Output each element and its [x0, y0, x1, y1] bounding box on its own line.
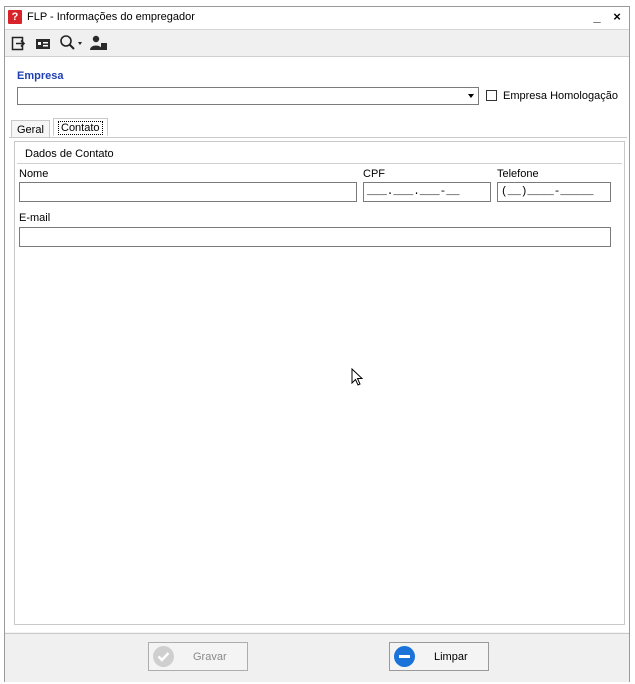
empresa-homologacao-label[interactable]: Empresa Homologação: [503, 90, 618, 102]
tab-geral-label: Geral: [17, 124, 44, 136]
empresa-homologacao-checkbox[interactable]: [486, 90, 497, 101]
footer-bar: Gravar Limpar: [5, 633, 629, 682]
gravar-label: Gravar: [193, 651, 227, 663]
cpf-label: CPF: [363, 168, 385, 180]
telefone-label: Telefone: [497, 168, 539, 180]
main-content: Empresa Empresa Homologação Geral Contat…: [5, 57, 629, 632]
exit-icon[interactable]: [11, 34, 27, 52]
tab-contato-label: Contato: [58, 121, 103, 135]
nome-field[interactable]: [19, 182, 357, 202]
section-divider: [17, 163, 622, 164]
tab-contato[interactable]: Contato: [53, 118, 108, 136]
empresa-label: Empresa: [17, 70, 64, 82]
window: ? FLP - Informações do empregador _ × Em…: [4, 6, 630, 682]
limpar-label: Limpar: [434, 651, 468, 663]
check-icon: [153, 646, 174, 667]
minimize-button[interactable]: _: [589, 9, 605, 25]
window-title: FLP - Informações do empregador: [27, 11, 195, 23]
email-label: E-mail: [19, 212, 51, 224]
tab-strip: Geral Contato: [9, 115, 627, 138]
section-title: Dados de Contato: [25, 148, 114, 160]
contato-panel: Dados de Contato Nome CPF ___.___.___-__…: [14, 141, 625, 625]
email-field[interactable]: [19, 227, 611, 247]
title-bar: ? FLP - Informações do empregador _ ×: [5, 7, 629, 30]
gravar-button[interactable]: Gravar: [148, 642, 248, 671]
nome-label: Nome: [19, 168, 49, 180]
chevron-down-icon[interactable]: [468, 94, 474, 98]
minus-circle-icon: [394, 646, 415, 667]
search-dropdown-icon[interactable]: [59, 34, 85, 52]
telefone-field[interactable]: (__)____-_____: [497, 182, 611, 202]
empresa-select[interactable]: [17, 87, 479, 105]
mouse-cursor-icon: [351, 368, 364, 386]
user-icon[interactable]: [89, 34, 109, 52]
cpf-field[interactable]: ___.___.___-__: [363, 182, 491, 202]
tab-geral[interactable]: Geral: [11, 120, 50, 137]
close-button[interactable]: ×: [609, 9, 625, 25]
limpar-button[interactable]: Limpar: [389, 642, 489, 671]
toolbar: [5, 30, 629, 57]
app-logo-icon: ?: [8, 10, 22, 24]
id-card-icon[interactable]: [35, 34, 53, 52]
